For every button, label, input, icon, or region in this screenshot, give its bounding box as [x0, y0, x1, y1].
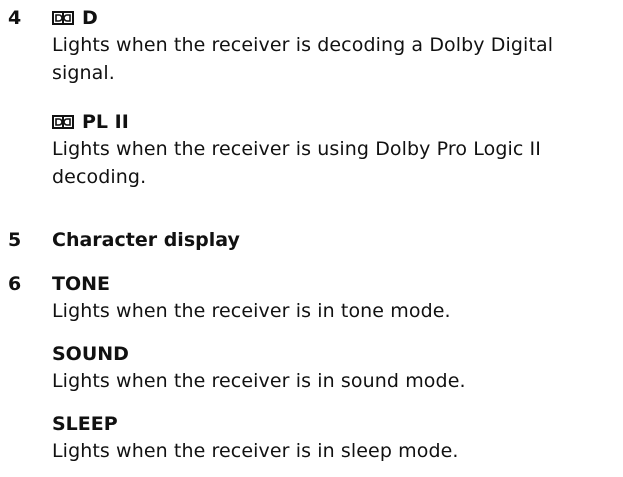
tone-heading: TONE — [52, 273, 110, 295]
dolby-digital-label: D — [82, 7, 98, 29]
sleep-entry: SLEEP Lights when the receiver is in sle… — [52, 412, 618, 465]
sound-description: Lights when the receiver is in sound mod… — [52, 370, 466, 392]
dolby-pl2-description: Lights when the receiver is using Dolby … — [52, 138, 541, 188]
dolby-digital-entry: D Lights when the receiver is decoding a… — [52, 6, 618, 87]
dolby-pl2-heading: PL II — [52, 110, 618, 134]
dolby-pl2-label: PL II — [82, 111, 129, 133]
dolby-digital-heading: D — [52, 6, 618, 30]
character-display-heading: Character display — [52, 229, 240, 251]
dolby-pl2-entry: PL II Lights when the receiver is using … — [52, 110, 618, 191]
sleep-heading: SLEEP — [52, 413, 118, 435]
item-number: 6 — [8, 273, 22, 295]
dolby-digital-description: Lights when the receiver is decoding a D… — [52, 34, 554, 84]
sound-heading: SOUND — [52, 343, 129, 365]
sleep-description: Lights when the receiver is in sleep mod… — [52, 440, 459, 462]
sound-entry: SOUND Lights when the receiver is in sou… — [52, 342, 618, 395]
dolby-double-d-icon — [52, 11, 74, 25]
tone-entry: TONE Lights when the receiver is in tone… — [52, 272, 618, 325]
manual-page: 4 D Lights when the receiver is decoding… — [0, 0, 623, 477]
tone-description: Lights when the receiver is in tone mode… — [52, 300, 451, 322]
dolby-double-d-icon — [52, 115, 74, 129]
item-number: 4 — [8, 7, 22, 29]
item-number: 5 — [8, 229, 22, 251]
character-display-entry: Character display — [52, 228, 618, 252]
